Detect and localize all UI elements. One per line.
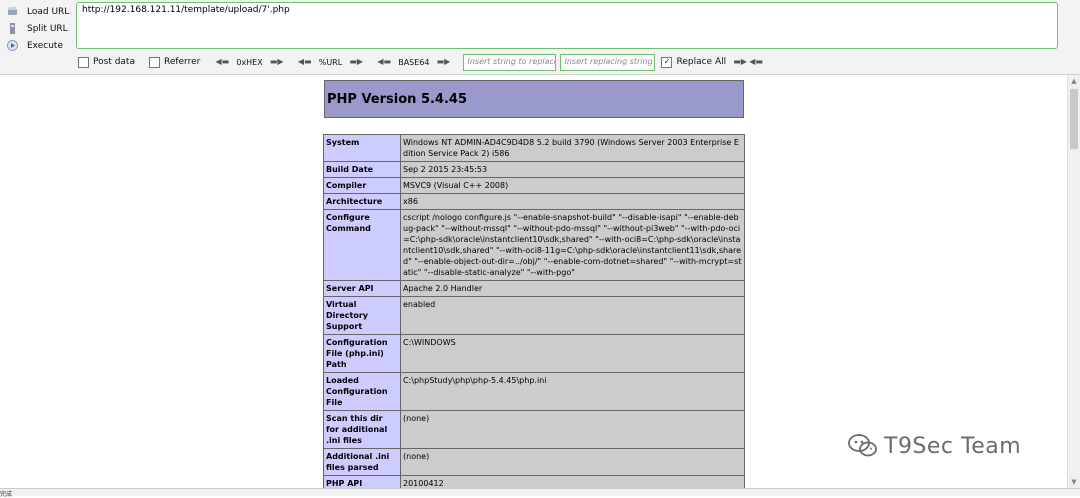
table-row: Configure Command cscript /nologo configu… bbox=[323, 209, 745, 281]
table-row: Compiler MSVC9 (Visual C++ 2008) bbox=[323, 177, 745, 194]
vertical-scrollbar[interactable]: ▲ ▼ bbox=[1067, 75, 1080, 488]
referrer-label: Referrer bbox=[163, 57, 201, 67]
post-data-toggle[interactable]: Post data bbox=[78, 56, 135, 68]
hex-label: 0xHEX bbox=[236, 57, 263, 67]
hex-encode-arrow-icon[interactable]: ▬▶ bbox=[269, 58, 285, 66]
scroll-up-icon[interactable]: ▲ bbox=[1068, 75, 1080, 87]
table-row: System Windows NT ADMIN-AD4C9D4D8 5.2 bui… bbox=[323, 134, 745, 162]
find-string-input[interactable]: Insert string to replace bbox=[463, 53, 557, 71]
row-key: PHP API bbox=[323, 475, 401, 488]
scroll-thumb[interactable] bbox=[1070, 89, 1078, 149]
hex-encoder: ◀▬ 0xHEX ▬▶ bbox=[214, 58, 284, 67]
post-data-label: Post data bbox=[93, 57, 135, 67]
url-decode-arrow-icon[interactable]: ◀▬ bbox=[297, 58, 313, 66]
hackbar-toolbar: Load URL Split URL Execute http://192.16… bbox=[0, 0, 1080, 75]
row-value: x86 bbox=[400, 193, 745, 210]
load-url-label: Load URL bbox=[27, 6, 70, 17]
row-key: Build Date bbox=[323, 161, 401, 178]
split-url-label: Split URL bbox=[27, 23, 68, 34]
row-key: Loaded Configuration File bbox=[323, 372, 401, 411]
wechat-icon bbox=[848, 434, 877, 457]
phpinfo-table: System Windows NT ADMIN-AD4C9D4D8 5.2 bui… bbox=[323, 134, 745, 488]
row-key: Server API bbox=[323, 280, 401, 297]
row-value: C:\phpStudy\php\php-5.4.45\php.ini bbox=[400, 372, 745, 411]
row-key: Configure Command bbox=[323, 209, 401, 281]
row-value: Apache 2.0 Handler bbox=[400, 280, 745, 297]
base64-encoder: ◀▬ BASE64 ▬▶ bbox=[376, 58, 451, 67]
referrer-toggle[interactable]: Referrer bbox=[148, 56, 201, 68]
hex-decode-arrow-icon[interactable]: ◀▬ bbox=[214, 58, 230, 66]
row-key: System bbox=[323, 134, 401, 162]
row-key: Virtual Directory Support bbox=[323, 296, 401, 335]
base64-label: BASE64 bbox=[398, 57, 430, 67]
execute-label: Execute bbox=[27, 40, 63, 51]
side-actions: Load URL Split URL Execute bbox=[6, 3, 72, 54]
replace-back-arrow-icon[interactable]: ◀▬ bbox=[748, 58, 764, 66]
load-url-button[interactable]: Load URL bbox=[6, 3, 72, 20]
row-value: (none) bbox=[400, 410, 745, 449]
row-value: Windows NT ADMIN-AD4C9D4D8 5.2 build 379… bbox=[400, 134, 745, 162]
replace-string-input[interactable]: Insert replacing string bbox=[560, 53, 656, 71]
row-value: cscript /nologo configure.js "--enable-s… bbox=[400, 209, 745, 281]
base64-decode-arrow-icon[interactable]: ◀▬ bbox=[376, 58, 392, 66]
row-key: Architecture bbox=[323, 193, 401, 210]
row-value: 20100412 bbox=[400, 475, 745, 488]
table-row: Loaded Configuration File C:\phpStudy\php… bbox=[323, 372, 745, 411]
replace-all-checkbox[interactable]: ✓ bbox=[661, 56, 673, 68]
table-row: Configuration File (php.ini) Path C:\WIND… bbox=[323, 334, 745, 373]
row-key: Compiler bbox=[323, 177, 401, 194]
watermark-text: T9Sec Team bbox=[884, 433, 1022, 459]
options-row: Post data Referrer ◀▬ 0xHEX ▬▶ ◀▬ %URL ▬… bbox=[78, 53, 1078, 71]
table-row: PHP API 20100412 bbox=[323, 475, 745, 488]
load-url-icon bbox=[6, 6, 18, 18]
split-url-button[interactable]: Split URL bbox=[6, 20, 72, 37]
table-row: Build Date Sep 2 2015 23:45:53 bbox=[323, 161, 745, 178]
row-key: Scan this dir for additional .ini files bbox=[323, 410, 401, 449]
row-value: MSVC9 (Visual C++ 2008) bbox=[400, 177, 745, 194]
page-content: PHP Version 5.4.45 System Windows NT ADMI… bbox=[0, 75, 1068, 488]
split-url-icon bbox=[6, 23, 18, 35]
row-key: Configuration File (php.ini) Path bbox=[323, 334, 401, 373]
url-label: %URL bbox=[318, 57, 343, 67]
scroll-down-icon[interactable]: ▼ bbox=[1068, 476, 1080, 488]
replace-all-label: Replace All bbox=[676, 57, 727, 67]
table-row: Additional .ini files parsed (none) bbox=[323, 448, 745, 476]
row-value: Sep 2 2015 23:45:53 bbox=[400, 161, 745, 178]
url-encode-arrow-icon[interactable]: ▬▶ bbox=[348, 58, 364, 66]
row-key: Additional .ini files parsed bbox=[323, 448, 401, 476]
base64-encode-arrow-icon[interactable]: ▬▶ bbox=[435, 58, 451, 66]
url-input[interactable]: http://192.168.121.11/template/upload/7'… bbox=[76, 2, 1058, 49]
replace-all-toggle[interactable]: ✓ Replace All bbox=[661, 56, 727, 68]
row-value: C:\WINDOWS bbox=[400, 334, 745, 373]
table-row: Server API Apache 2.0 Handler bbox=[323, 280, 745, 297]
execute-icon bbox=[6, 40, 18, 52]
execute-button[interactable]: Execute bbox=[6, 37, 72, 54]
replace-forward-arrow-icon[interactable]: ▬▶ bbox=[732, 58, 748, 66]
row-value: enabled bbox=[400, 296, 745, 335]
watermark: T9Sec Team bbox=[848, 433, 1021, 459]
url-encoder: ◀▬ %URL ▬▶ bbox=[297, 58, 364, 67]
referrer-checkbox[interactable] bbox=[148, 56, 160, 68]
php-version-title: PHP Version 5.4.45 bbox=[324, 80, 744, 118]
table-row: Scan this dir for additional .ini files(… bbox=[323, 410, 745, 449]
table-row: Architecture x86 bbox=[323, 193, 745, 210]
post-data-checkbox[interactable] bbox=[78, 56, 89, 68]
table-row: Virtual Directory Support enabled bbox=[323, 296, 745, 335]
row-value: (none) bbox=[400, 448, 745, 476]
